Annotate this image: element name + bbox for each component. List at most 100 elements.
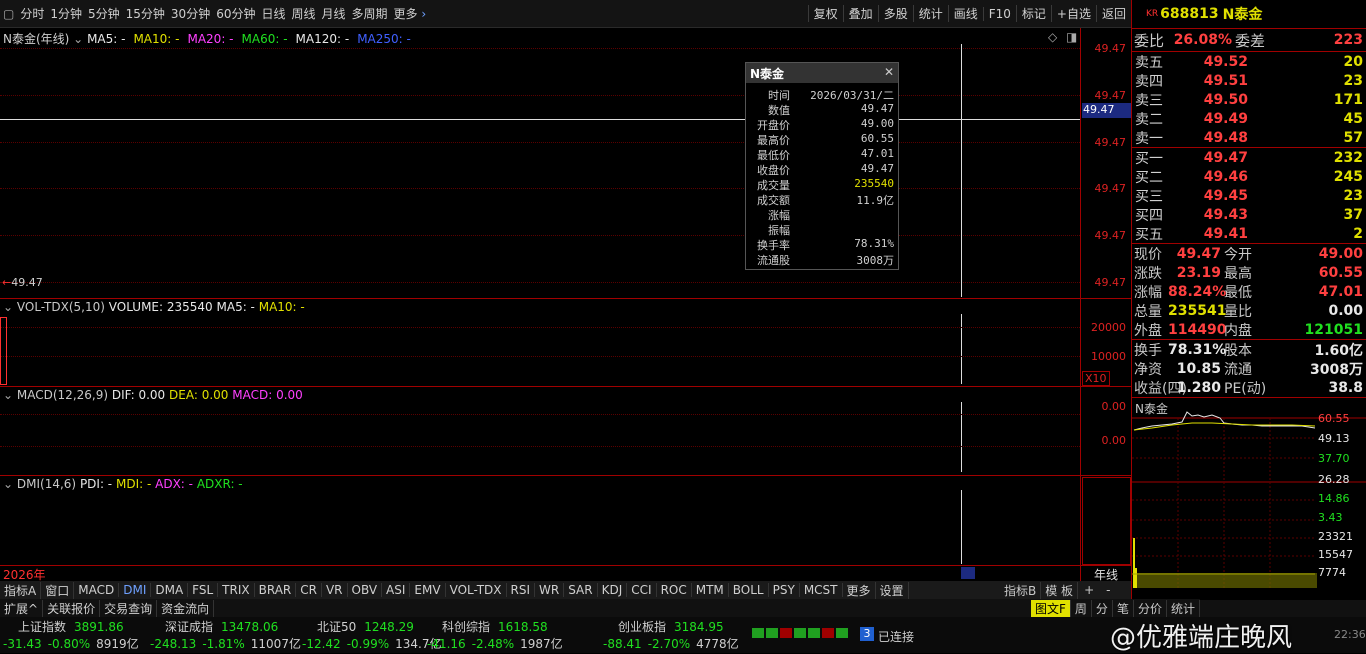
ma-legend-item: MA250: -	[357, 32, 411, 46]
indicator-tab[interactable]: ASI	[382, 583, 411, 597]
chevron-down-icon[interactable]: ⌄	[3, 477, 13, 491]
toolbar-button[interactable]: 叠加	[842, 5, 878, 22]
price-y-label: 49.47	[1094, 276, 1127, 289]
indicator-tab[interactable]: BOLL	[729, 583, 769, 597]
chevron-down-icon[interactable]: ⌄	[73, 32, 83, 46]
orderbook-row: 卖三 49.50 171	[1135, 91, 1363, 109]
period-tab[interactable]: 日线	[258, 5, 288, 22]
vol-unit-label: X10	[1082, 371, 1110, 386]
indicator-tab[interactable]: CCI	[627, 583, 657, 597]
chevron-down-icon[interactable]: ⌄	[3, 388, 13, 402]
ohlc-popup: N泰金 ✕ 时间 2026/03/31/二 数值 49.47 开盘价 49.00 最高价 60.…	[745, 62, 899, 270]
index-change: -31.43 -0.80% 8919亿	[3, 637, 139, 651]
volume-bar	[0, 317, 7, 385]
index-quote[interactable]: 科创综指 1618.58	[442, 618, 548, 635]
toolbar-button[interactable]: +自选	[1050, 5, 1096, 22]
indicator-tab[interactable]: 设置	[876, 581, 909, 599]
quote-tab[interactable]: 分价	[1134, 599, 1167, 617]
indicator-tab[interactable]: PSY	[769, 583, 800, 597]
period-tab[interactable]: 60分钟	[213, 5, 258, 22]
quote-tab[interactable]: 图文F	[1031, 599, 1071, 617]
ohlc-row: 收盘价 49.47	[757, 162, 894, 177]
index-quote[interactable]: 深证成指 13478.06	[165, 618, 278, 635]
bottom-tab[interactable]: 交易查询	[100, 599, 158, 617]
quote-tab[interactable]: 分	[1092, 599, 1113, 617]
connection-status: 已连接	[878, 630, 915, 644]
bottom-tab[interactable]: 关联报价	[43, 599, 101, 617]
toolbar-button[interactable]: 多股	[877, 5, 913, 22]
more-periods-button[interactable]: 更多 ›	[391, 5, 430, 22]
ohlc-row: 流通股 3008万	[757, 254, 894, 267]
quote-panel: KR 688813 N泰金 委比 26.08% 委差 223 卖五 49.52 20…	[1131, 0, 1366, 600]
toolbar-button[interactable]: 画线	[947, 5, 983, 22]
price-y-label: 49.47	[1094, 182, 1127, 195]
toolbar-button[interactable]: F10	[982, 6, 1016, 21]
indicator-tab[interactable]: WR	[535, 583, 565, 597]
indicator-tab[interactable]: OBV	[348, 583, 383, 597]
indicator-tab[interactable]: FSL	[188, 583, 219, 597]
signal-bars	[752, 628, 850, 638]
date-cursor	[961, 567, 975, 579]
stock-name-label: N泰金(年线)	[3, 32, 70, 46]
ohlc-row: 开盘价 49.00	[757, 117, 894, 132]
indicator-tab[interactable]: 更多	[843, 581, 876, 599]
price-y-label: 49.47	[1094, 89, 1127, 102]
quote-tab[interactable]: 统计	[1167, 599, 1200, 617]
connection-badge[interactable]: 3	[860, 627, 874, 641]
orderbook-row: 买四 49.43 37	[1135, 206, 1363, 224]
window-icon[interactable]: ▢	[0, 7, 17, 21]
vol-y-label: 20000	[1091, 321, 1126, 334]
quote-info-row: 收益(四) 1.280 PE(动) 38.8	[1134, 379, 1363, 397]
close-icon[interactable]: ✕	[884, 65, 894, 81]
index-quote[interactable]: 创业板指 3184.95	[618, 618, 724, 635]
ohlc-row: 振幅	[768, 224, 790, 237]
indicator-tab[interactable]: ROC	[657, 583, 692, 597]
indicator-tab[interactable]: MACD	[74, 583, 120, 597]
bottom-tab[interactable]: 资金流向	[157, 599, 215, 617]
indicator-tab[interactable]: 窗口	[41, 581, 75, 599]
indicator-tab[interactable]: VOL-TDX	[446, 583, 507, 597]
period-tab[interactable]: 1分钟	[47, 5, 85, 22]
indicator-tab[interactable]: CR	[296, 583, 322, 597]
indicator-tab[interactable]: KDJ	[598, 583, 628, 597]
bottom-tab[interactable]: 扩展^	[0, 599, 44, 617]
diamond-icon[interactable]: ◇	[1048, 30, 1057, 44]
indicator-tab[interactable]: MCST	[800, 583, 843, 597]
ohlc-row: 时间 2026/03/31/二	[768, 89, 894, 102]
period-tab[interactable]: 5分钟	[85, 5, 123, 22]
indicator-tab[interactable]: TRIX	[218, 583, 255, 597]
period-tab[interactable]: 周线	[289, 5, 319, 22]
indicator-tab[interactable]: VR	[322, 583, 348, 597]
indicator-tab[interactable]: RSI	[507, 583, 536, 597]
quote-tab[interactable]: 周	[1071, 599, 1092, 617]
indicator-b-button[interactable]: 指标B	[1000, 581, 1042, 599]
quote-info-row: 净资 10.85 流通 3008万	[1134, 360, 1363, 378]
zoom-in-button[interactable]: +	[1078, 583, 1100, 597]
window-icon[interactable]: ◨	[1066, 30, 1077, 44]
period-tab[interactable]: 分时	[17, 5, 47, 22]
quote-tab[interactable]: 笔	[1113, 599, 1134, 617]
index-quote[interactable]: 北证50 1248.29	[317, 618, 414, 635]
zoom-out-button[interactable]: -	[1100, 583, 1116, 597]
cursor-price-label: 49.47	[1082, 103, 1131, 118]
indicator-tab[interactable]: DMI	[119, 583, 152, 597]
indicator-tab[interactable]: 指标A	[0, 581, 42, 599]
period-tab[interactable]: 30分钟	[168, 5, 213, 22]
toolbar-button[interactable]: 返回	[1095, 5, 1131, 22]
period-tab[interactable]: 15分钟	[123, 5, 168, 22]
chevron-down-icon[interactable]: ⌄	[3, 300, 13, 314]
period-tab[interactable]: 月线	[319, 5, 349, 22]
index-quote[interactable]: 上证指数 3891.86	[18, 618, 124, 635]
indicator-tab[interactable]: MTM	[692, 583, 729, 597]
macd-y-label: 0.00	[1101, 400, 1127, 413]
template-button[interactable]: 模 板	[1041, 581, 1079, 599]
orderbook-row: 卖五 49.52 20	[1135, 53, 1363, 71]
toolbar-button[interactable]: 标记	[1015, 5, 1051, 22]
period-tab[interactable]: 多周期	[349, 5, 391, 22]
toolbar-button[interactable]: 统计	[912, 5, 948, 22]
indicator-tab[interactable]: BRAR	[255, 583, 297, 597]
indicator-tab[interactable]: DMA	[151, 583, 189, 597]
indicator-tab[interactable]: SAR	[564, 583, 598, 597]
indicator-tab[interactable]: EMV	[410, 583, 446, 597]
toolbar-button[interactable]: 复权	[807, 5, 843, 22]
